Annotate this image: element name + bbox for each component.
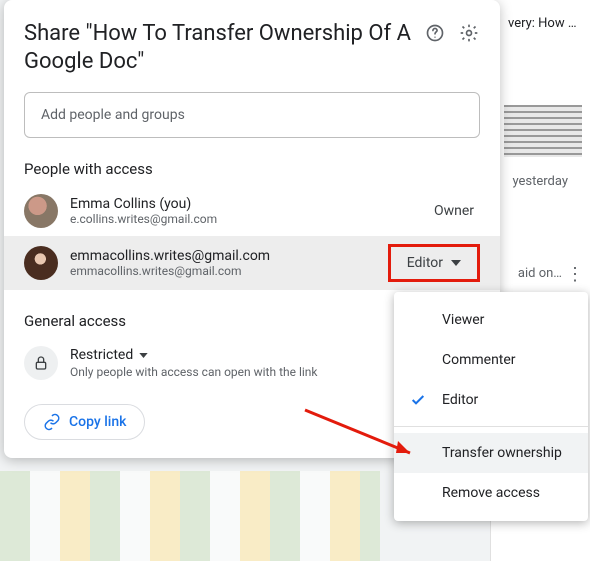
person-name: Emma Collins (you) (70, 196, 422, 212)
help-icon[interactable] (424, 22, 446, 44)
bg-yesterday-text: yesterday (512, 174, 568, 189)
copy-link-label: Copy link (69, 414, 126, 430)
caret-down-icon (139, 353, 148, 358)
bg-paid-text: aid on… (518, 266, 562, 281)
lock-icon (24, 346, 58, 380)
menu-item-editor-label: Editor (442, 392, 478, 408)
bg-more-icon[interactable]: ⋮ (566, 264, 584, 285)
restricted-label: Restricted (70, 347, 133, 363)
bg-thumbnail (504, 105, 582, 157)
avatar (24, 194, 58, 228)
menu-item-editor[interactable]: Editor (394, 380, 588, 420)
person-name: emmacollins.writes@gmail.com (70, 248, 376, 264)
restricted-subtext: Only people with access can open with th… (70, 365, 318, 379)
menu-item-commenter[interactable]: Commenter (394, 340, 588, 380)
link-icon (43, 413, 61, 431)
person-row-owner: Emma Collins (you) e.collins.writes@gmai… (4, 186, 500, 236)
menu-item-transfer-ownership[interactable]: Transfer ownership (394, 433, 588, 473)
person-email: e.collins.writes@gmail.com (70, 212, 422, 226)
copy-link-button[interactable]: Copy link (24, 404, 145, 440)
avatar (24, 246, 58, 280)
role-owner-label: Owner (434, 203, 480, 219)
person-row-editor: emmacollins.writes@gmail.com emmacollins… (4, 236, 500, 290)
menu-item-remove-access[interactable]: Remove access (394, 473, 588, 513)
caret-down-icon (451, 260, 461, 266)
people-with-access-heading: People with access (4, 138, 500, 186)
dialog-title: Share "How To Transfer Ownership Of A Go… (24, 20, 424, 76)
add-people-input[interactable]: Add people and groups (24, 92, 480, 138)
restricted-dropdown[interactable]: Restricted (70, 347, 318, 363)
menu-item-viewer[interactable]: Viewer (394, 300, 588, 340)
gear-icon[interactable] (458, 22, 480, 44)
role-dropdown[interactable]: Editor (397, 249, 471, 277)
role-dropdown-label: Editor (407, 255, 443, 271)
bg-spreadsheet-thumb (0, 471, 380, 561)
person-email: emmacollins.writes@gmail.com (70, 264, 376, 278)
role-menu: Viewer Commenter Editor Transfer ownersh… (394, 292, 588, 521)
menu-divider (394, 426, 588, 427)
highlight-box: Editor (388, 244, 480, 282)
check-icon (410, 392, 426, 408)
bg-doc-title: very: How … (508, 16, 577, 31)
